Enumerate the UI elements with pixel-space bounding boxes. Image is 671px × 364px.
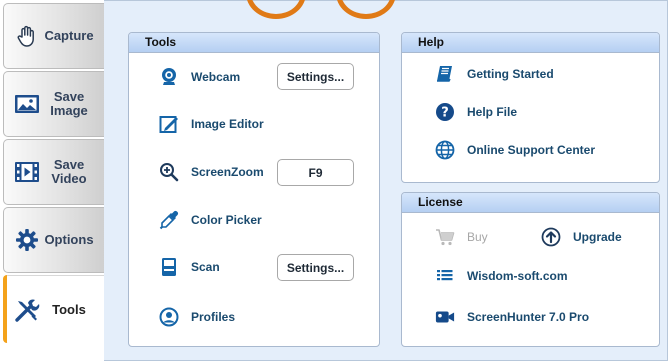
globe-icon [435, 140, 455, 160]
book-icon [435, 64, 455, 84]
tab-tools-label: Tools [52, 301, 86, 317]
profiles-label: Profiles [191, 310, 236, 324]
tab-save-video-label: Save Video [51, 157, 87, 186]
image-icon [14, 91, 40, 117]
decorative-ring-right [336, 0, 396, 19]
license-panel-title: License [402, 193, 659, 213]
upgrade-label: Upgrade [573, 230, 622, 244]
help-item-getting-started[interactable]: Getting Started [435, 62, 554, 86]
help-item-online-support[interactable]: Online Support Center [435, 138, 595, 162]
getting-started-label: Getting Started [467, 67, 554, 81]
eyedropper-icon [159, 210, 179, 230]
tab-save-video[interactable]: Save Video [3, 139, 104, 205]
film-icon [14, 159, 40, 185]
wisdom-soft-logo-icon [435, 266, 455, 286]
decorative-ring-left [246, 0, 306, 19]
tab-tools[interactable]: Tools [3, 275, 104, 343]
license-buy[interactable]: Buy [435, 225, 488, 249]
tools-panel-title: Tools [129, 33, 379, 53]
question-icon: ? [435, 102, 455, 122]
sidebar: Capture Save Image Save Video Options To… [0, 0, 105, 364]
zoom-in-icon [159, 162, 179, 182]
gear-icon [14, 227, 40, 253]
hand-icon [14, 23, 40, 49]
scanner-icon [159, 257, 179, 277]
tools-item-image-editor[interactable]: Image Editor [159, 112, 264, 136]
tab-options[interactable]: Options [3, 207, 104, 273]
scan-settings-button[interactable]: Settings... [277, 254, 354, 281]
tools-item-color-picker[interactable]: Color Picker [159, 208, 262, 232]
scan-label: Scan [191, 260, 220, 274]
video-camera-icon [435, 307, 455, 327]
tab-save-image-label: Save Image [50, 89, 88, 118]
help-panel: Help Getting Started ? Help File Online … [401, 32, 660, 183]
tab-options-label: Options [44, 232, 94, 247]
tools-page: Tools Webcam Settings... Image Editor Sc… [104, 0, 668, 361]
license-product-info[interactable]: ScreenHunter 7.0 Pro [435, 305, 589, 329]
image-editor-label: Image Editor [191, 117, 264, 131]
tools-item-scan[interactable]: Scan [159, 255, 220, 279]
upgrade-arrow-icon [541, 227, 561, 247]
webcam-settings-button[interactable]: Settings... [277, 63, 354, 90]
buy-label: Buy [467, 230, 488, 244]
license-panel: License Buy Upgrade Wisdom-soft.com Scre… [401, 192, 660, 347]
screenzoom-label: ScreenZoom [191, 165, 264, 179]
profile-icon [159, 307, 179, 327]
help-file-label: Help File [467, 105, 518, 119]
tab-capture[interactable]: Capture [3, 3, 104, 69]
tools-item-screenzoom[interactable]: ScreenZoom [159, 160, 264, 184]
screenzoom-hotkey-button[interactable]: F9 [277, 159, 354, 186]
svg-text:?: ? [441, 106, 449, 121]
help-item-help-file[interactable]: ? Help File [435, 100, 517, 124]
online-support-label: Online Support Center [467, 143, 596, 157]
help-panel-title: Help [402, 33, 659, 53]
webcam-icon [159, 67, 179, 87]
website-label: Wisdom-soft.com [467, 269, 568, 283]
license-upgrade[interactable]: Upgrade [541, 225, 622, 249]
tab-save-image[interactable]: Save Image [3, 71, 104, 137]
cart-icon [435, 227, 455, 247]
image-editor-icon [159, 114, 179, 134]
tools-item-webcam[interactable]: Webcam [159, 65, 240, 89]
tab-capture-label: Capture [44, 28, 94, 43]
tools-panel: Tools Webcam Settings... Image Editor Sc… [128, 32, 380, 347]
webcam-label: Webcam [191, 70, 241, 84]
license-website-link[interactable]: Wisdom-soft.com [435, 264, 568, 288]
tools-icon [14, 297, 40, 323]
color-picker-label: Color Picker [191, 213, 262, 227]
product-name-label: ScreenHunter 7.0 Pro [467, 310, 590, 324]
tools-item-profiles[interactable]: Profiles [159, 305, 235, 329]
